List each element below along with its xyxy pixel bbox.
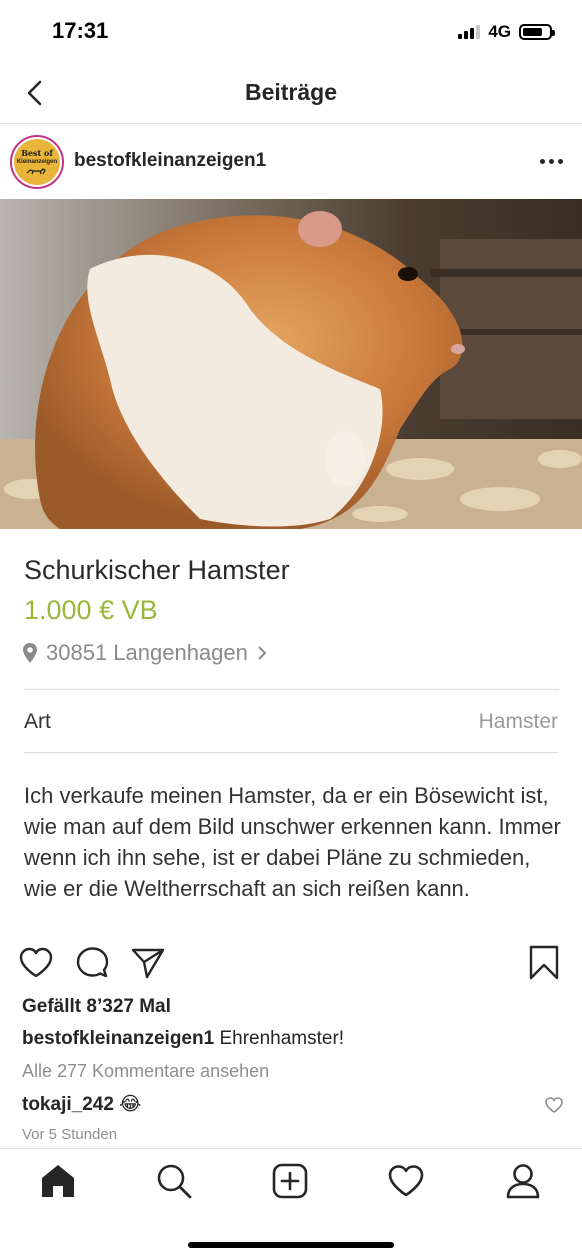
hamster-photo [0, 199, 582, 529]
comment-like-button[interactable] [544, 1096, 564, 1114]
tab-activity[interactable] [386, 1161, 426, 1201]
nav-header: Beiträge [0, 62, 582, 124]
profile-icon [506, 1164, 540, 1199]
dog-silhouette-icon [26, 168, 46, 175]
share-button[interactable] [129, 944, 167, 982]
more-horizontal-icon [539, 158, 545, 164]
divider [24, 752, 559, 753]
signal-icon [458, 25, 481, 39]
activity-heart-icon [388, 1165, 424, 1197]
tab-profile[interactable] [503, 1161, 543, 1201]
comment-username[interactable]: tokaji_242 [22, 1094, 114, 1115]
status-bar: 17:31 4G [0, 0, 582, 62]
tab-new-post[interactable] [270, 1161, 310, 1201]
comment-button[interactable] [73, 944, 111, 982]
home-indicator[interactable] [188, 1242, 394, 1248]
tab-home[interactable] [38, 1161, 78, 1201]
post-timestamp: Vor 5 Stunden [22, 1126, 118, 1143]
post-actions [0, 944, 582, 994]
comment-icon [76, 947, 109, 978]
avatar-logo-line2: Kleinanzeigen [16, 159, 58, 165]
view-all-comments-link[interactable]: Alle 277 Kommentare ansehen [22, 1061, 269, 1082]
heart-icon [545, 1097, 563, 1113]
comment-text: 😂 [113, 1094, 142, 1115]
network-type: 4G [488, 22, 511, 41]
listing-location: 30851 Langenhagen [22, 640, 268, 666]
search-icon [157, 1164, 192, 1199]
divider [24, 689, 559, 690]
post-username[interactable]: bestofkleinanzeigen1 [74, 150, 266, 172]
post-header: Best of Kleinanzeigen bestofkleinanzeige… [0, 125, 582, 199]
battery-icon [519, 24, 555, 40]
share-icon [131, 948, 165, 979]
location-text: 30851 Langenhagen [46, 640, 248, 665]
add-post-icon [272, 1163, 308, 1199]
caption-username[interactable]: bestofkleinanzeigen1 [22, 1028, 214, 1049]
attribute-label: Art [24, 710, 51, 733]
likes-count[interactable]: Gefällt 8’327 Mal [22, 996, 171, 1018]
status-time: 17:31 [52, 18, 109, 43]
avatar[interactable]: Best of Kleinanzeigen [10, 135, 64, 189]
bookmark-button[interactable] [525, 944, 563, 982]
avatar-logo-line1: Best of [21, 148, 53, 158]
avatar-logo: Best of Kleinanzeigen [14, 139, 60, 185]
chevron-right-icon [258, 646, 267, 660]
listing-title: Schurkischer Hamster [24, 555, 290, 585]
page-title: Beiträge [244, 79, 338, 105]
listing-price: 1.000 € VB [24, 595, 158, 625]
post-caption: bestofkleinanzeigen1 Ehrenhamster! [22, 1028, 344, 1050]
comment: tokaji_242 😂 [22, 1093, 141, 1116]
more-options-button[interactable] [536, 153, 566, 169]
bookmark-icon [529, 945, 559, 980]
attribute-value: Hamster [478, 710, 558, 733]
listing-description: Ich verkaufe meinen Hamster, da er ein B… [24, 783, 561, 901]
like-button[interactable] [17, 944, 55, 982]
location-pin-icon [23, 643, 37, 663]
post-media[interactable]: Schurkischer Hamster 1.000 € VB 30851 La… [0, 199, 582, 944]
classified-listing: Schurkischer Hamster 1.000 € VB 30851 La… [0, 529, 582, 944]
tab-search[interactable] [154, 1161, 194, 1201]
home-icon [42, 1165, 74, 1197]
heart-icon [19, 947, 53, 978]
caption-text: Ehrenhamster! [214, 1028, 345, 1049]
status-indicators: 4G [458, 22, 555, 42]
